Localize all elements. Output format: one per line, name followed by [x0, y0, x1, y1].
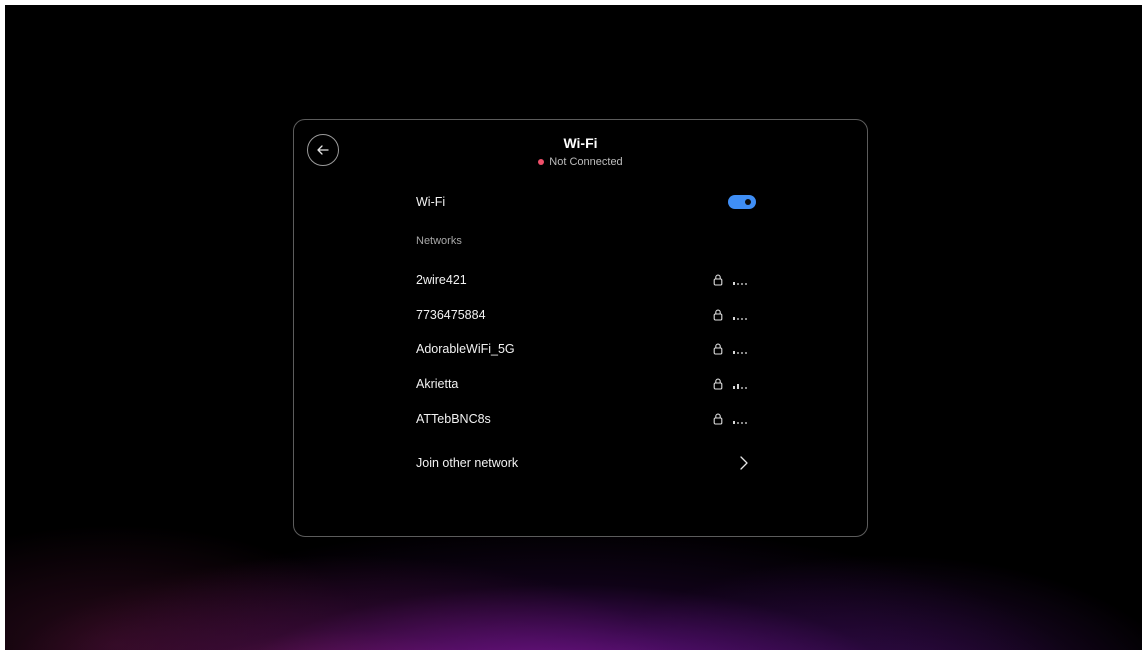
page-title: Wi-Fi [563, 135, 598, 151]
signal-bar [737, 383, 739, 389]
signal-bar [745, 351, 747, 354]
screen-background: Wi-Fi Not Connected Wi-Fi Networks 2wire… [5, 5, 1142, 650]
signal-bar [745, 386, 747, 389]
lock-icon [713, 309, 723, 321]
signal-bar [741, 351, 743, 354]
status-dot-icon [538, 159, 545, 165]
wifi-signal-icon [733, 345, 750, 354]
network-name: AdorableWiFi_5G [416, 342, 515, 356]
wifi-toggle-label: Wi-Fi [416, 195, 446, 209]
wifi-signal-icon [733, 276, 750, 285]
signal-bar [737, 421, 739, 424]
network-row[interactable]: ATTebBNC8s [416, 409, 756, 429]
wifi-toggle-switch[interactable] [728, 195, 756, 209]
network-status-icons [713, 274, 750, 286]
network-row[interactable]: AdorableWiFi_5G [416, 339, 756, 359]
signal-bar [741, 282, 743, 285]
lock-icon [713, 413, 723, 425]
network-name: 7736475884 [416, 308, 486, 322]
connection-status-text: Not Connected [549, 156, 623, 168]
wifi-signal-icon [733, 311, 750, 320]
network-status-icons [713, 378, 750, 390]
network-row[interactable]: 2wire421 [416, 270, 756, 290]
lock-icon [713, 274, 723, 286]
signal-bar [741, 386, 743, 389]
networks-section-label: Networks [416, 235, 462, 247]
lock-icon [713, 378, 723, 390]
signal-bar [737, 351, 739, 354]
connection-status: Not Connected [538, 155, 623, 169]
network-status-icons [713, 413, 750, 425]
wifi-toggle-row[interactable]: Wi-Fi [416, 192, 756, 212]
signal-bar [741, 317, 743, 320]
network-name: Akrietta [416, 377, 459, 391]
join-other-network-label: Join other network [416, 456, 519, 470]
network-status-icons [713, 343, 750, 355]
network-name: 2wire421 [416, 273, 467, 287]
signal-bar [745, 317, 747, 320]
network-row[interactable]: 7736475884 [416, 305, 756, 325]
lock-icon [713, 343, 723, 355]
signal-bar [737, 282, 739, 285]
toggle-knob [745, 199, 751, 205]
signal-bar [745, 421, 747, 424]
signal-bar [737, 317, 739, 320]
network-name: ATTebBNC8s [416, 412, 491, 426]
wifi-signal-icon [733, 380, 750, 389]
wifi-settings-panel: Wi-Fi Not Connected Wi-Fi Networks 2wire… [293, 119, 868, 537]
signal-bar [733, 385, 735, 389]
signal-bar [733, 350, 735, 354]
network-status-icons [713, 309, 750, 321]
signal-bar [733, 420, 735, 424]
chevron-right-icon [740, 456, 748, 470]
network-row[interactable]: Akrietta [416, 374, 756, 394]
join-other-network-row[interactable]: Join other network [416, 453, 756, 473]
signal-bar [733, 316, 735, 320]
wifi-signal-icon [733, 415, 750, 424]
panel-header: Wi-Fi Not Connected [294, 134, 867, 170]
signal-bar [733, 281, 735, 285]
signal-bar [745, 282, 747, 285]
signal-bar [741, 421, 743, 424]
